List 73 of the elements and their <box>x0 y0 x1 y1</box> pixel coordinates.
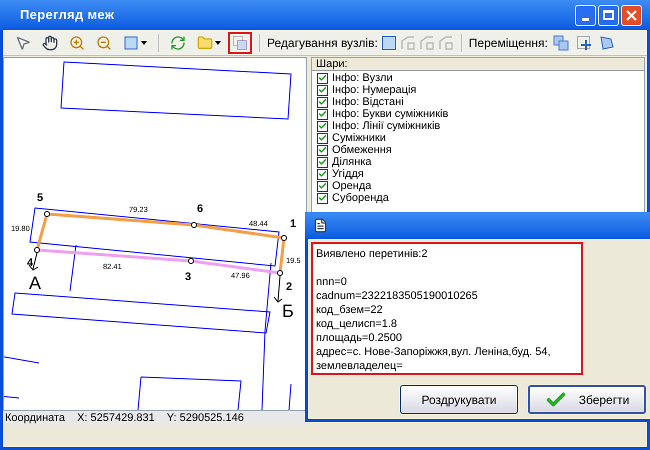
node-number: 2 <box>286 281 292 293</box>
layer-label: Угіддя <box>332 168 364 180</box>
node-icon <box>418 34 435 50</box>
node-number: 5 <box>37 192 44 204</box>
layer-label: Ділянка <box>332 156 372 168</box>
dropdown-caret-icon <box>215 40 221 44</box>
layer-label: Інфо: Лінії суміжників <box>332 120 440 132</box>
maximize-icon <box>603 10 614 20</box>
square-icon <box>380 34 397 50</box>
node-number: 1 <box>290 218 296 230</box>
node-icon <box>400 34 416 50</box>
layer-checkbox[interactable] <box>317 132 328 144</box>
layer-checkbox[interactable] <box>317 108 328 120</box>
layer-checkbox[interactable] <box>317 96 328 108</box>
layer-checkbox[interactable] <box>317 120 328 132</box>
hand-icon <box>42 34 58 50</box>
close-button[interactable] <box>621 4 642 26</box>
layer-label: Суміжники <box>332 132 386 144</box>
pointer-icon <box>15 34 31 50</box>
move-button[interactable] <box>550 32 571 52</box>
print-button[interactable]: Роздрукувати <box>400 385 518 414</box>
coordinate-label: Координата <box>5 410 66 426</box>
extent-icon <box>123 34 139 50</box>
neighbor-letter: А <box>29 273 42 293</box>
report-line: площадь=0.2500 <box>316 331 404 345</box>
layer-checkbox[interactable] <box>317 192 328 204</box>
layer-label: Оренда <box>332 180 372 192</box>
zoom-in-icon <box>69 34 85 50</box>
save-button[interactable]: Зберегти <box>528 385 646 414</box>
report-line: код_целисп=1.8 <box>316 317 398 331</box>
report-line: cadnum=2322183505190010265 <box>316 289 479 303</box>
minimize-button[interactable] <box>575 4 596 26</box>
x-coordinate: X: 5257429.831 <box>77 410 155 426</box>
maximize-button[interactable] <box>598 4 619 26</box>
y-coordinate: Y: 5290525.146 <box>166 410 244 426</box>
close-icon <box>626 10 637 20</box>
layer-checkbox[interactable] <box>317 84 328 96</box>
window-title: Перегляд меж <box>20 6 114 24</box>
layer-checkbox[interactable] <box>317 144 328 156</box>
layer-label: Суборенда <box>332 192 389 204</box>
report-line: адрес=с. Нове-Запоріжжя,вул. Леніна,буд. 54, <box>316 345 552 359</box>
folder-icon <box>197 34 213 50</box>
layer-label: Інфо: Відстані <box>332 96 404 108</box>
report-line: землевладелец= <box>316 359 404 373</box>
node-edit-label: Редагування вузлів: <box>267 34 378 52</box>
layers-header: Шари: <box>312 58 644 71</box>
zoom-out-icon <box>96 34 112 50</box>
layer-label: Обмеження <box>332 144 392 156</box>
refresh-icon <box>170 34 186 50</box>
report-line: Виявлено перетинів:2 <box>316 247 428 261</box>
move-shape-icon <box>598 34 615 50</box>
report-line: код_бзем=22 <box>316 303 384 317</box>
layer-label: Інфо: Вузли <box>332 72 393 84</box>
report-line: nnn=0 <box>316 275 348 289</box>
move-label: Переміщення: <box>468 34 548 52</box>
layer-checkbox[interactable] <box>317 72 328 84</box>
node-number: 4 <box>27 257 34 269</box>
minimize-icon <box>582 18 589 20</box>
move-icon <box>552 34 569 50</box>
neighbor-letter: Б <box>282 301 294 321</box>
node-number: 6 <box>197 203 204 215</box>
dropdown-caret-icon <box>141 40 147 44</box>
layer-label: Інфо: Букви суміжників <box>332 108 448 120</box>
overlap-icon <box>232 34 248 50</box>
layer-checkbox[interactable] <box>317 168 328 180</box>
layer-checkbox[interactable] <box>317 156 328 168</box>
node-icon <box>438 34 454 50</box>
node-number: 3 <box>185 271 192 283</box>
toolbar-button[interactable] <box>228 32 252 54</box>
layer-checkbox[interactable] <box>317 180 328 192</box>
document-icon <box>313 218 328 233</box>
layer-label: Інфо: Нумерація <box>332 84 416 96</box>
move-node-icon <box>576 34 592 50</box>
